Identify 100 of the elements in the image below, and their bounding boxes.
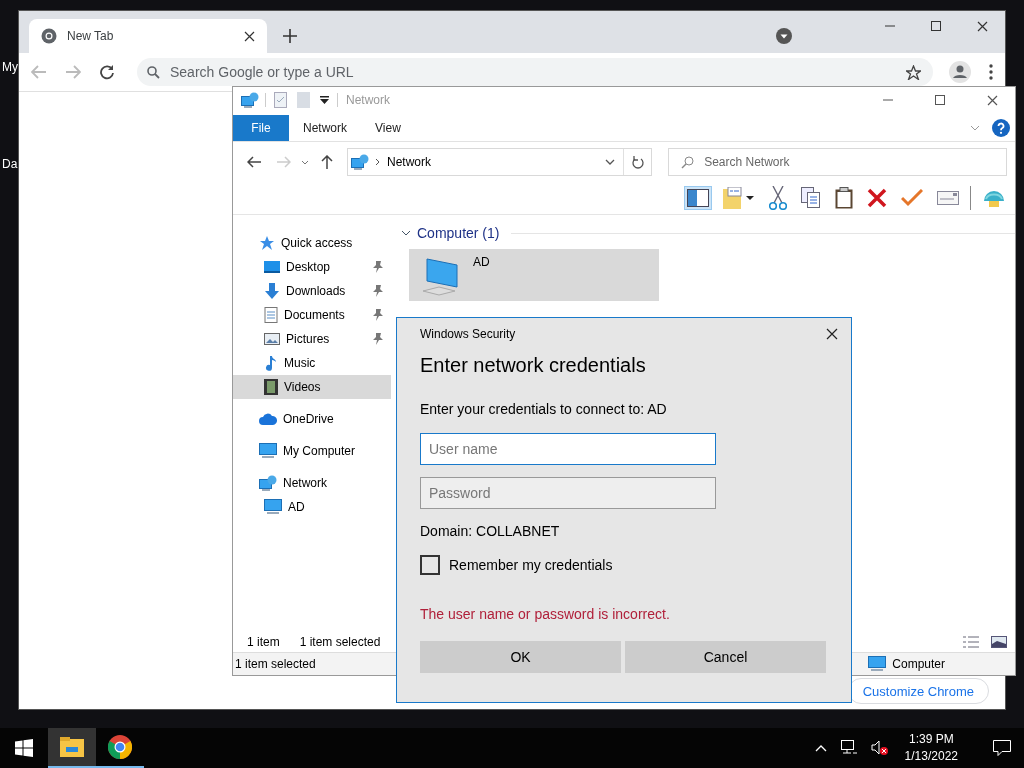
nav-item[interactable]: Documents	[233, 303, 391, 327]
computer-icon	[259, 443, 277, 459]
maximize-icon	[935, 95, 945, 105]
input-field[interactable]: User name	[420, 433, 716, 465]
speech-bubble-icon	[993, 740, 1011, 756]
error-message: The user name or password is incorrect.	[420, 606, 671, 622]
ribbon-tab[interactable]: Network	[289, 115, 361, 141]
nav-item[interactable]: Music	[233, 351, 391, 375]
music-note-icon	[264, 355, 278, 371]
search-box[interactable]: Search Network	[668, 148, 1007, 176]
close-icon	[244, 30, 255, 42]
network-icon	[259, 475, 277, 491]
taskbar-app[interactable]	[48, 728, 96, 768]
list-icon	[963, 636, 979, 648]
close-icon	[986, 94, 998, 106]
close-icon	[826, 328, 838, 340]
person-icon	[949, 61, 971, 83]
item-type: Computer	[892, 657, 945, 671]
remember-checkbox[interactable]	[420, 555, 440, 575]
menu-button[interactable]	[987, 62, 995, 82]
clock[interactable]: 1:39 PM 1/13/2022	[904, 731, 958, 765]
search-field[interactable]: Search Network	[704, 155, 1006, 169]
chevron-icon	[970, 125, 980, 131]
chevron-icon	[375, 158, 381, 166]
network-icon	[351, 154, 369, 170]
desktop-icon-label[interactable]: My	[2, 60, 18, 74]
checkmark-icon	[901, 189, 923, 207]
desktop-icon-label[interactable]: Da	[2, 157, 18, 171]
windows-logo-icon	[15, 739, 33, 757]
selection-count: 1 item selected	[299, 635, 381, 649]
caret-up-icon	[814, 744, 827, 752]
address-input[interactable]: Search Google or type a URL	[170, 64, 894, 80]
search-icon	[681, 155, 695, 169]
nav-item[interactable]: Downloads	[233, 279, 391, 303]
dialog-button[interactable]: Cancel	[625, 641, 826, 673]
clock-time: 1:39 PM	[908, 731, 954, 748]
nav-item[interactable]: My Computer	[233, 439, 391, 463]
nav-item[interactable]: OneDrive	[233, 407, 391, 431]
nav-item[interactable]: Desktop	[233, 255, 391, 279]
picture-frame-icon	[264, 332, 280, 346]
maximize-icon	[931, 21, 941, 31]
computer-tile[interactable]: AD	[409, 249, 659, 301]
volume-button[interactable]	[868, 738, 891, 758]
help-button[interactable]	[990, 117, 1012, 139]
nav-item[interactable]: Pictures	[233, 327, 391, 351]
checkbox-label[interactable]: Remember my credentials	[449, 557, 613, 573]
nav-item[interactable]: AD	[233, 495, 391, 519]
bookmark-button[interactable]	[904, 62, 923, 82]
chevron-icon[interactable]	[401, 228, 411, 238]
star-icon	[259, 235, 275, 251]
nav-item[interactable]: Videos	[233, 375, 391, 399]
profile-avatar-button[interactable]	[947, 59, 973, 85]
customize-toolbar-button[interactable]	[318, 94, 331, 106]
large-icons-view-button[interactable]	[989, 634, 1009, 650]
forward-arrow-icon	[65, 65, 81, 79]
nav-item[interactable]: Quick access	[233, 231, 391, 255]
close-button[interactable]	[826, 328, 838, 340]
details-selection: 1 item selected	[235, 657, 316, 671]
cloud-icon	[259, 413, 277, 425]
breadcrumb-item[interactable]: Network	[387, 155, 598, 169]
envelope-icon	[937, 191, 959, 205]
browser-logo-icon	[108, 735, 132, 759]
download-icon	[264, 283, 280, 299]
expand-ribbon-button[interactable]	[968, 123, 982, 133]
up-arrow-icon	[321, 155, 333, 169]
group-header: Computer (1)	[417, 225, 500, 241]
browser-logo-icon	[41, 28, 57, 44]
address-bar[interactable]: Search Google or type a URL	[137, 58, 933, 86]
envelope-button[interactable]	[934, 188, 962, 208]
close-icon	[976, 20, 988, 32]
new-tab-button[interactable]	[281, 27, 299, 45]
input-field[interactable]: Password	[420, 477, 716, 509]
preview-pane-button[interactable]	[684, 186, 712, 210]
domain-text: Domain: COLLABNET	[420, 523, 561, 539]
scissors-icon	[769, 186, 787, 210]
ribbon-tab[interactable]: File	[233, 115, 289, 141]
dialog-button[interactable]: OK	[420, 641, 621, 673]
nav-item[interactable]: Network	[233, 471, 391, 495]
muted-speaker-icon	[870, 740, 889, 756]
help-icon	[992, 119, 1010, 137]
ribbon-tab[interactable]: View	[361, 115, 415, 141]
back-arrow-icon	[247, 156, 261, 168]
prompt-text: Enter your credentials to connect to: AD	[420, 401, 668, 417]
search-icon	[147, 65, 160, 79]
cut-button[interactable]	[766, 183, 790, 213]
dialog-title: Windows Security	[420, 327, 516, 341]
browser-tab[interactable]: New Tab	[29, 19, 267, 53]
up-button[interactable]	[319, 153, 335, 171]
window-title: Network	[346, 93, 390, 107]
computer-icon	[264, 499, 282, 515]
blank-page-icon	[297, 92, 310, 108]
clock-date: 1/13/2022	[904, 748, 958, 765]
copy-icon	[801, 187, 821, 209]
network-icon	[241, 92, 259, 108]
chevron-icon	[301, 159, 309, 165]
back-arrow-icon	[31, 65, 47, 79]
dialog-heading: Enter network credentials	[420, 354, 647, 377]
computer-icon	[868, 656, 887, 672]
reload-icon	[99, 64, 115, 80]
back-button[interactable]	[245, 154, 263, 170]
